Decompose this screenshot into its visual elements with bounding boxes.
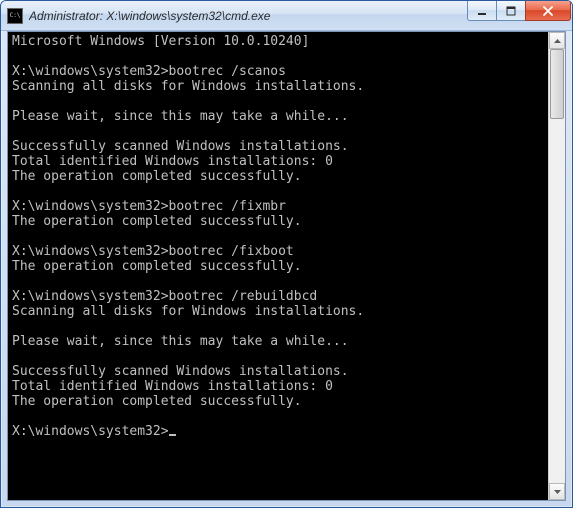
scroll-track[interactable] <box>549 49 565 483</box>
vertical-scrollbar[interactable] <box>548 32 565 500</box>
terminal-line <box>12 409 546 424</box>
terminal-line <box>12 319 546 334</box>
terminal-line: Scanning all disks for Windows installat… <box>12 304 546 319</box>
cmd-icon <box>7 8 23 24</box>
terminal-line: X:\windows\system32>bootrec /fixboot <box>12 244 546 259</box>
terminal-line <box>12 274 546 289</box>
terminal-line <box>12 229 546 244</box>
terminal-line: The operation completed successfully. <box>12 214 546 229</box>
close-button[interactable] <box>525 1 571 21</box>
terminal-line: Scanning all disks for Windows installat… <box>12 79 546 94</box>
minimize-button[interactable] <box>467 1 497 21</box>
scroll-thumb[interactable] <box>550 49 564 119</box>
terminal-line <box>12 184 546 199</box>
window-controls <box>468 1 571 21</box>
terminal-line <box>12 124 546 139</box>
terminal-line: The operation completed successfully. <box>12 169 546 184</box>
terminal-line: Successfully scanned Windows installatio… <box>12 364 546 379</box>
cmd-window: Administrator: X:\windows\system32\cmd.e… <box>0 0 573 508</box>
client-area: Microsoft Windows [Version 10.0.10240] X:… <box>7 31 566 501</box>
maximize-button[interactable] <box>496 1 526 21</box>
terminal-line: X:\windows\system32>bootrec /scanos <box>12 64 546 79</box>
terminal-line <box>12 49 546 64</box>
scroll-up-button[interactable] <box>549 32 565 49</box>
terminal-line: Total identified Windows installations: … <box>12 379 546 394</box>
terminal-line: Please wait, since this may take a while… <box>12 109 546 124</box>
terminal-line: The operation completed successfully. <box>12 259 546 274</box>
terminal-prompt-line[interactable]: X:\windows\system32> <box>12 424 546 439</box>
terminal-line: Please wait, since this may take a while… <box>12 334 546 349</box>
terminal-line: Microsoft Windows [Version 10.0.10240] <box>12 34 546 49</box>
terminal-line: X:\windows\system32>bootrec /fixmbr <box>12 199 546 214</box>
scroll-down-button[interactable] <box>549 483 565 500</box>
terminal-output[interactable]: Microsoft Windows [Version 10.0.10240] X:… <box>8 32 548 500</box>
terminal-prompt: X:\windows\system32> <box>12 424 169 439</box>
terminal-line: Total identified Windows installations: … <box>12 154 546 169</box>
terminal-line: The operation completed successfully. <box>12 394 546 409</box>
terminal-line <box>12 94 546 109</box>
terminal-line <box>12 349 546 364</box>
terminal-line: Successfully scanned Windows installatio… <box>12 139 546 154</box>
terminal-line: X:\windows\system32>bootrec /rebuildbcd <box>12 289 546 304</box>
cursor <box>169 434 176 436</box>
window-title: Administrator: X:\windows\system32\cmd.e… <box>29 9 468 23</box>
titlebar[interactable]: Administrator: X:\windows\system32\cmd.e… <box>1 1 572 31</box>
